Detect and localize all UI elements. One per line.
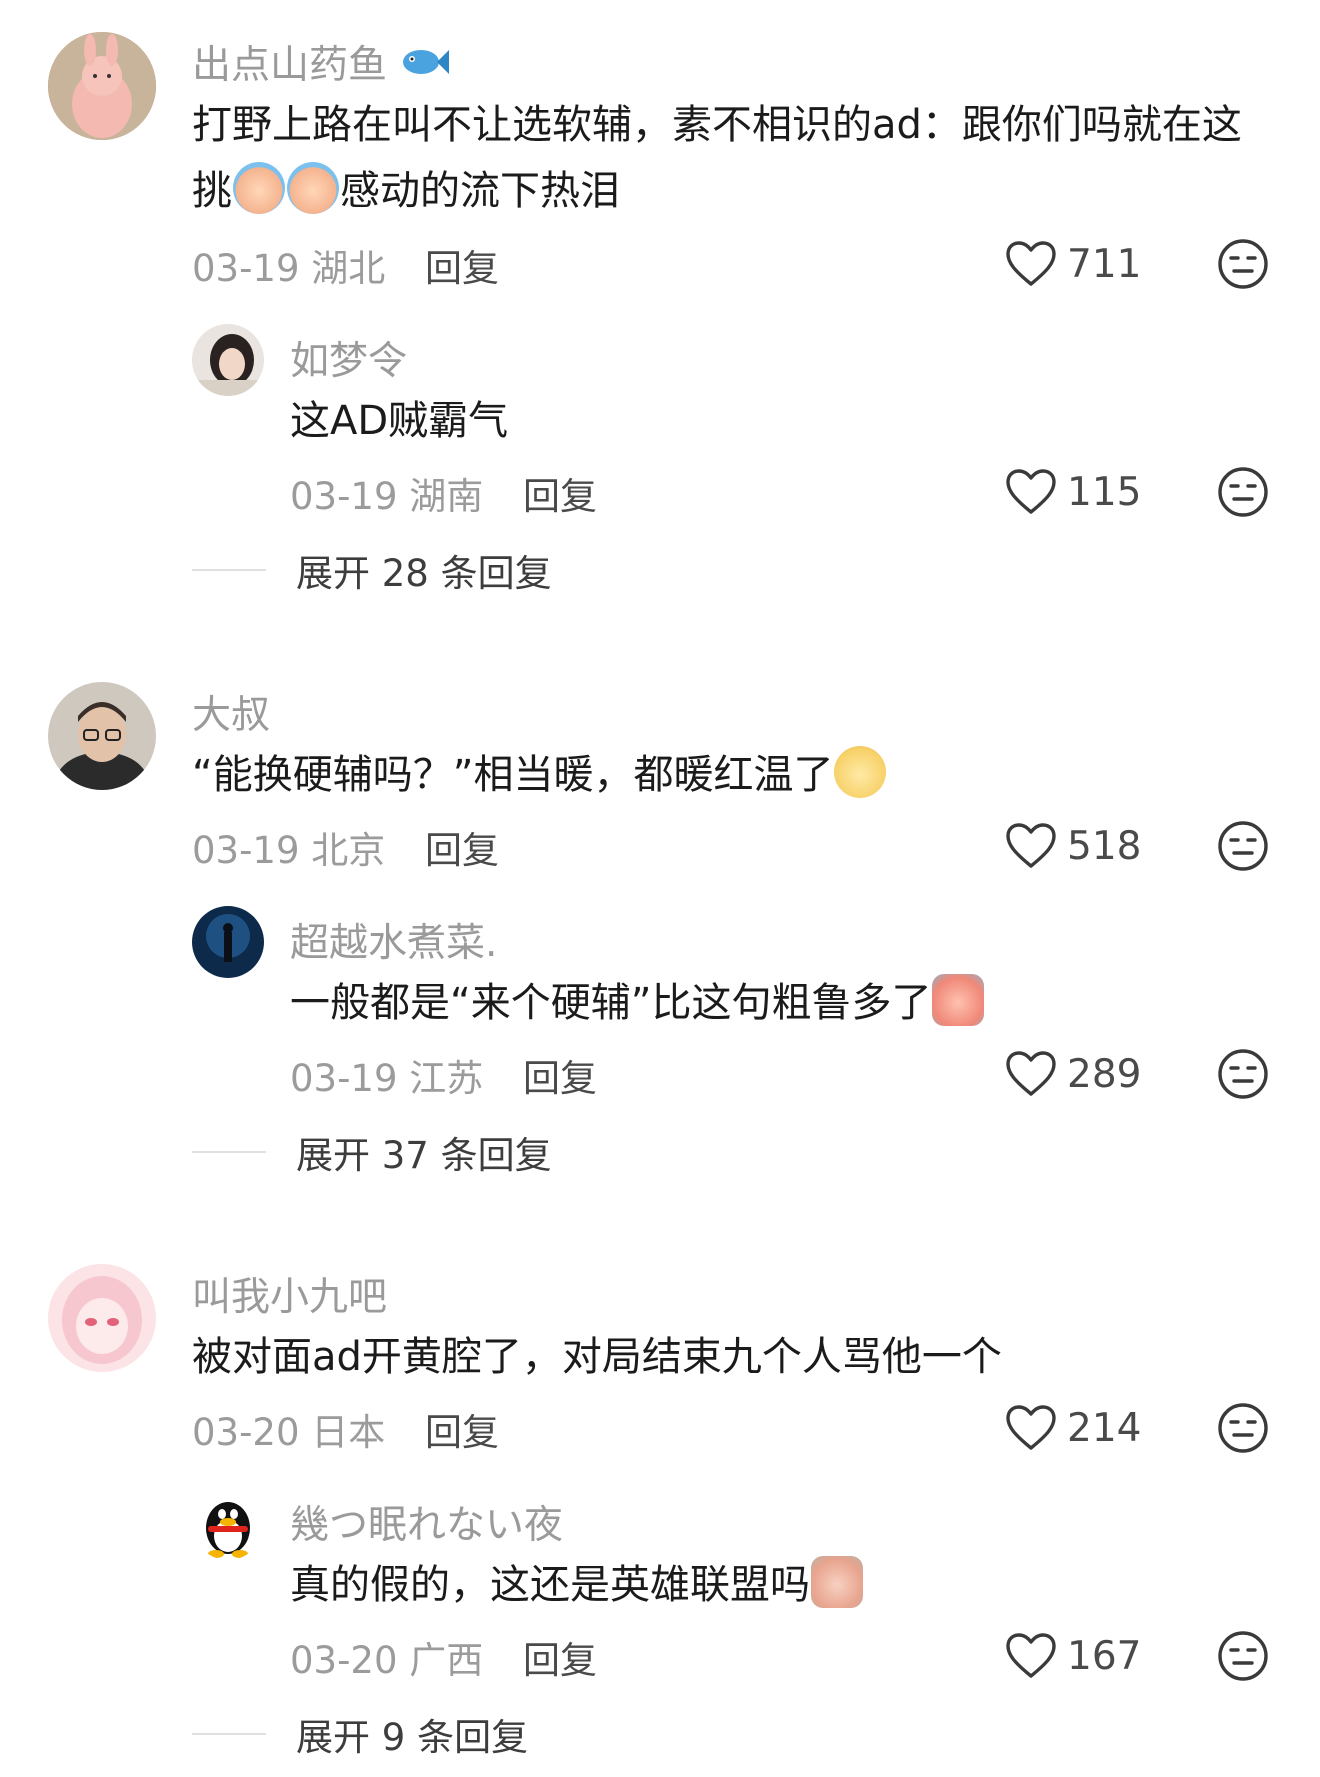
like-button[interactable]: 518 — [1005, 816, 1165, 876]
divider — [192, 1733, 266, 1735]
expand-replies-button[interactable]: 展开 9 条回复 — [192, 1704, 528, 1764]
divider — [192, 1151, 266, 1153]
comment-meta: 03-19 湖南 回复 — [290, 475, 598, 518]
expand-replies-button[interactable]: 展开 37 条回复 — [192, 1122, 552, 1182]
comment-meta: 03-20 日本 回复 — [192, 1411, 500, 1454]
comment-meta: 03-19 北京 回复 — [192, 829, 500, 872]
like-button[interactable]: 167 — [1005, 1626, 1165, 1686]
heart-icon — [1005, 1050, 1057, 1098]
dislike-face-icon[interactable] — [1217, 238, 1269, 290]
like-button[interactable]: 115 — [1005, 462, 1165, 522]
like-button[interactable]: 289 — [1005, 1044, 1165, 1104]
dislike-face-icon[interactable] — [1217, 466, 1269, 518]
comment-text: 一般都是“来个硬辅”比这句粗鲁多了 — [290, 970, 1270, 1036]
expand-replies-button[interactable]: 展开 28 条回复 — [192, 540, 552, 600]
username[interactable]: 出点山药鱼 — [192, 34, 451, 90]
like-count: 214 — [1067, 1405, 1142, 1451]
divider — [192, 569, 266, 571]
heart-icon — [1005, 1404, 1057, 1452]
comment-text: 这AD贼霸气 — [290, 398, 509, 444]
dislike-face-icon[interactable] — [1217, 820, 1269, 872]
avatar[interactable] — [192, 324, 264, 396]
comment-text: 打野上路在叫不让选软辅，素不相识的ad：跟你们吗就在这挑 感动的流下热泪 — [192, 102, 1242, 214]
username[interactable]: 超越水煮菜. — [290, 912, 497, 968]
reply-button[interactable]: 回复 — [425, 829, 499, 872]
shocked-emoji-icon — [811, 1556, 863, 1608]
dislike-face-icon[interactable] — [1217, 1402, 1269, 1454]
like-count: 518 — [1067, 823, 1142, 869]
like-count: 289 — [1067, 1051, 1142, 1097]
fish-icon — [403, 50, 450, 74]
comment-text: 被对面ad开黄腔了，对局结束九个人骂他一个 — [192, 1334, 1002, 1380]
crying-emoji-icon — [287, 162, 339, 214]
blushing-emoji-icon — [834, 746, 887, 798]
like-button[interactable]: 711 — [1005, 234, 1165, 294]
heart-icon — [1005, 468, 1057, 516]
heart-icon — [1005, 822, 1057, 870]
reply-button[interactable]: 回复 — [523, 475, 597, 518]
like-count: 711 — [1067, 241, 1142, 287]
username[interactable]: 如梦令 — [290, 330, 407, 386]
like-count: 167 — [1067, 1633, 1142, 1679]
reply-button[interactable]: 回复 — [523, 1639, 597, 1682]
heart-icon — [1005, 240, 1057, 288]
avatar[interactable] — [192, 1488, 264, 1560]
dislike-face-icon[interactable] — [1217, 1630, 1269, 1682]
heart-icon — [1005, 1632, 1057, 1680]
crying-emoji-icon — [932, 974, 985, 1026]
reply-button[interactable]: 回复 — [523, 1057, 597, 1100]
avatar[interactable] — [48, 1264, 156, 1372]
username[interactable]: 叫我小九吧 — [192, 1266, 387, 1322]
avatar[interactable] — [48, 32, 156, 140]
avatar[interactable] — [48, 682, 156, 790]
comment-text: “能换硬辅吗？”相当暖，都暖红温了 — [192, 742, 1262, 808]
comment-text: 真的假的，这还是英雄联盟吗 — [290, 1552, 1270, 1618]
username[interactable]: 幾つ眠れない夜 — [290, 1494, 563, 1550]
username[interactable]: 大叔 — [192, 684, 270, 740]
dislike-face-icon[interactable] — [1217, 1048, 1269, 1100]
crying-emoji-icon — [233, 162, 285, 214]
reply-button[interactable]: 回复 — [425, 247, 499, 290]
comment-meta: 03-19 江苏 回复 — [290, 1057, 598, 1100]
avatar[interactable] — [192, 906, 264, 978]
comment-meta: 03-19 湖北 回复 — [192, 247, 500, 290]
like-count: 115 — [1067, 469, 1142, 515]
like-button[interactable]: 214 — [1005, 1398, 1165, 1458]
comment-meta: 03-20 广西 回复 — [290, 1639, 598, 1682]
reply-button[interactable]: 回复 — [425, 1411, 499, 1454]
